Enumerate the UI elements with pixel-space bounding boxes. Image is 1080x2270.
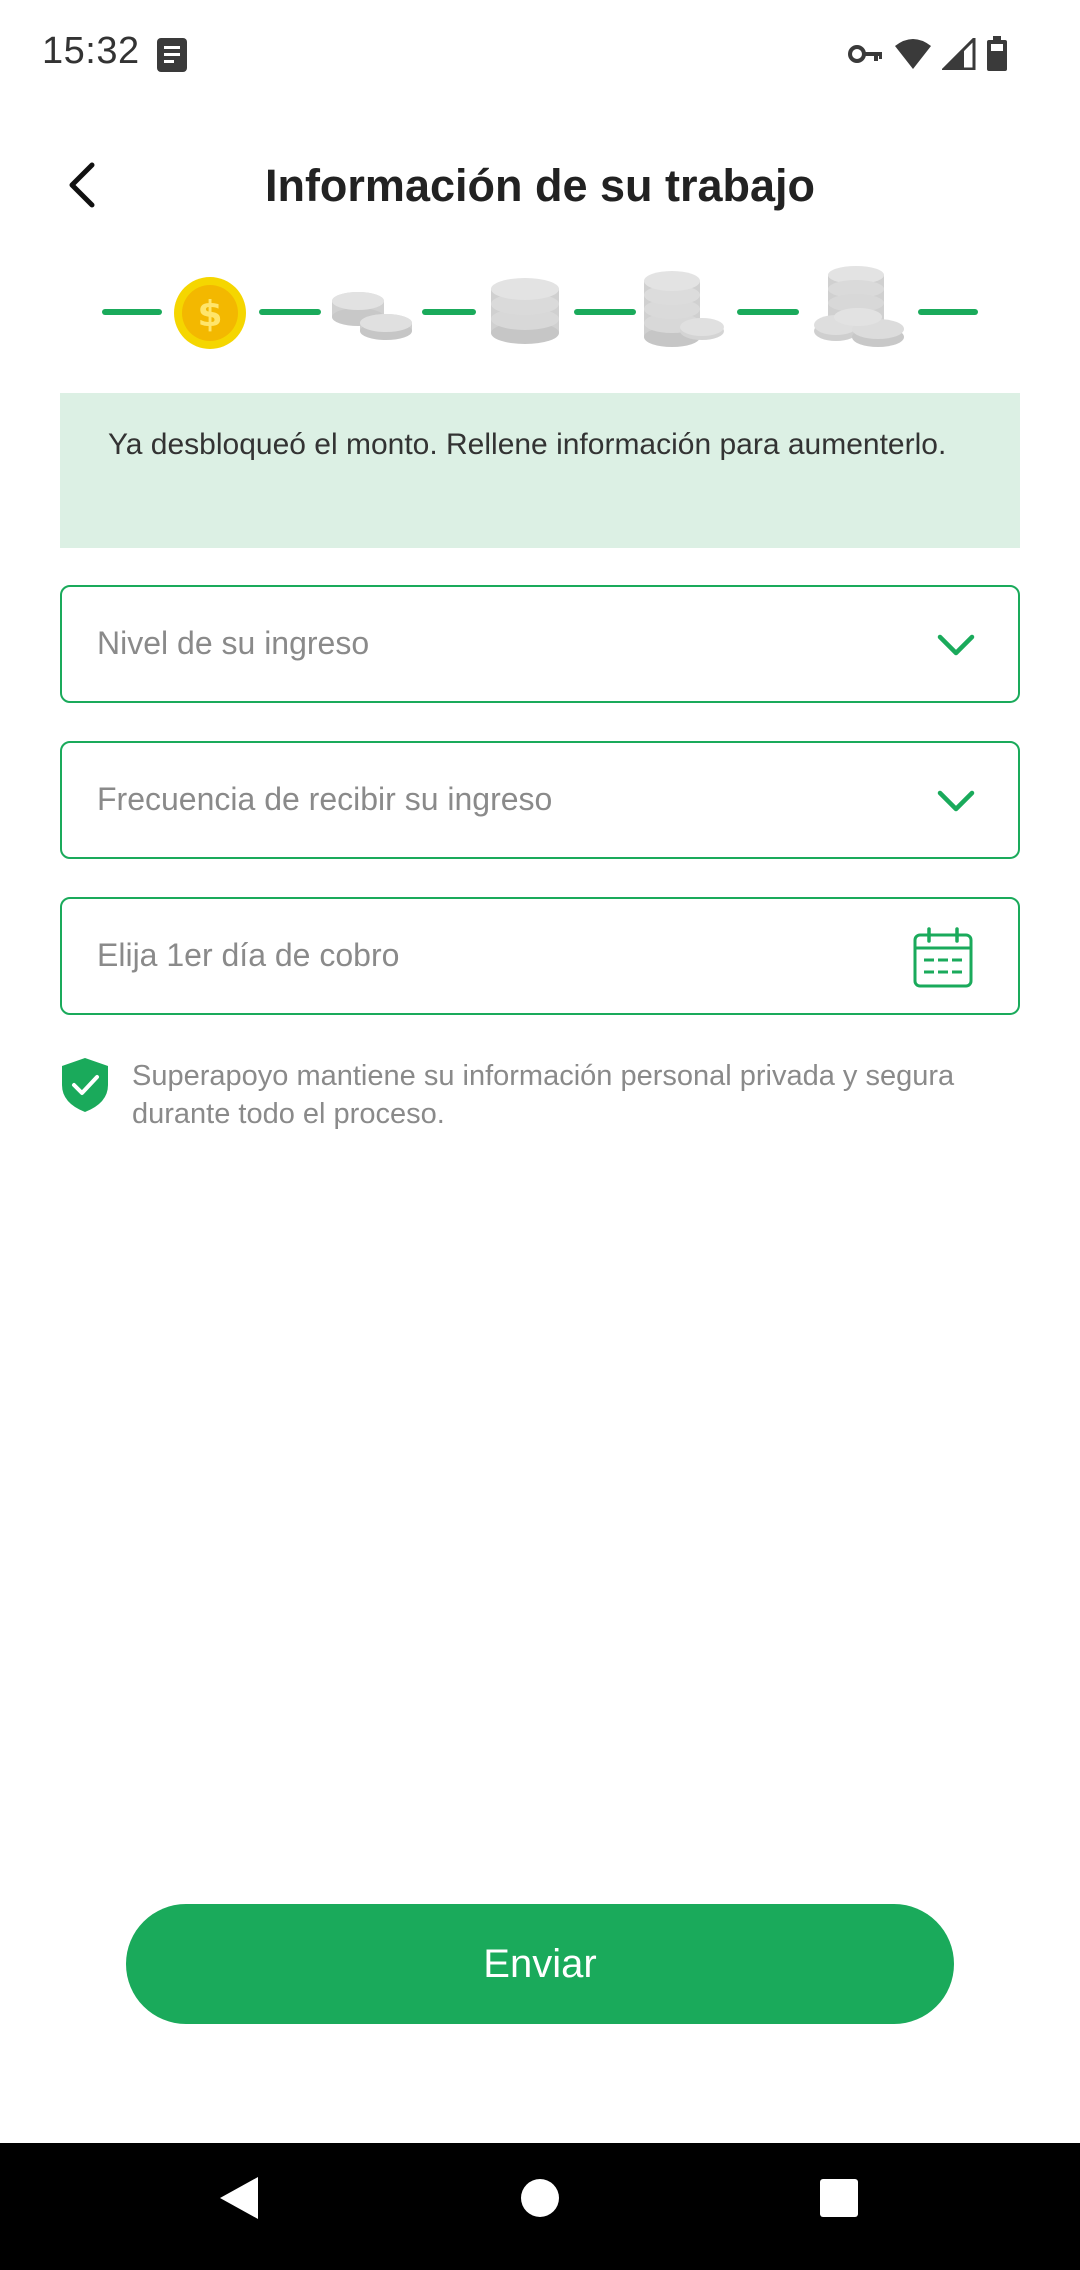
progress-line (422, 309, 476, 315)
status-bar: 15:32 (0, 0, 1080, 110)
progress-steps: $ (102, 265, 978, 360)
privacy-text: Superapoyo mantiene su información perso… (132, 1060, 955, 1130)
chevron-down-icon (937, 634, 975, 656)
battery-icon (987, 36, 1007, 71)
submit-button[interactable]: Enviar (126, 1904, 954, 2024)
document-icon (157, 38, 187, 72)
svg-text:$: $ (197, 294, 222, 335)
coin-icon: $ (174, 277, 246, 349)
page-title: Información de su trabajo (264, 160, 816, 211)
shield-check-icon (62, 1058, 108, 1112)
home-circle-icon[interactable] (519, 2175, 561, 2221)
recents-square-icon[interactable] (818, 2175, 860, 2221)
chevron-down-icon (937, 790, 975, 812)
signal-icon (942, 38, 976, 70)
status-time: 15:32 (42, 30, 140, 72)
status-icons (848, 36, 1008, 72)
income-level-select[interactable]: Nivel de su ingreso (60, 585, 1020, 703)
coins-stack-3-icon (491, 278, 559, 344)
coins-stack-2-icon (332, 292, 412, 340)
unlock-notice: Ya desbloqueó el monto. Rellene informac… (60, 393, 1020, 548)
submit-label: Enviar (483, 1941, 597, 1986)
progress-line (737, 309, 799, 315)
first-payday-picker[interactable]: Elija 1er día de cobro (60, 897, 1020, 1015)
notice-text: Ya desbloqueó el monto. Rellene informac… (108, 428, 947, 461)
progress-line (102, 309, 162, 315)
navigation-bar (0, 2143, 1080, 2270)
coins-pile-icon (814, 266, 904, 347)
progress-line (259, 309, 321, 315)
income-frequency-placeholder: Frecuencia de recibir su ingreso (97, 781, 553, 817)
first-payday-placeholder: Elija 1er día de cobro (97, 937, 400, 973)
wifi-icon (895, 39, 931, 69)
progress-line (918, 309, 978, 315)
key-icon (848, 45, 882, 63)
progress-line (574, 309, 636, 315)
calendar-icon (913, 927, 973, 988)
income-frequency-select[interactable]: Frecuencia de recibir su ingreso (60, 741, 1020, 859)
coins-stack-4-icon (644, 271, 724, 347)
income-level-placeholder: Nivel de su ingreso (97, 625, 370, 661)
back-triangle-icon[interactable] (218, 2175, 260, 2221)
